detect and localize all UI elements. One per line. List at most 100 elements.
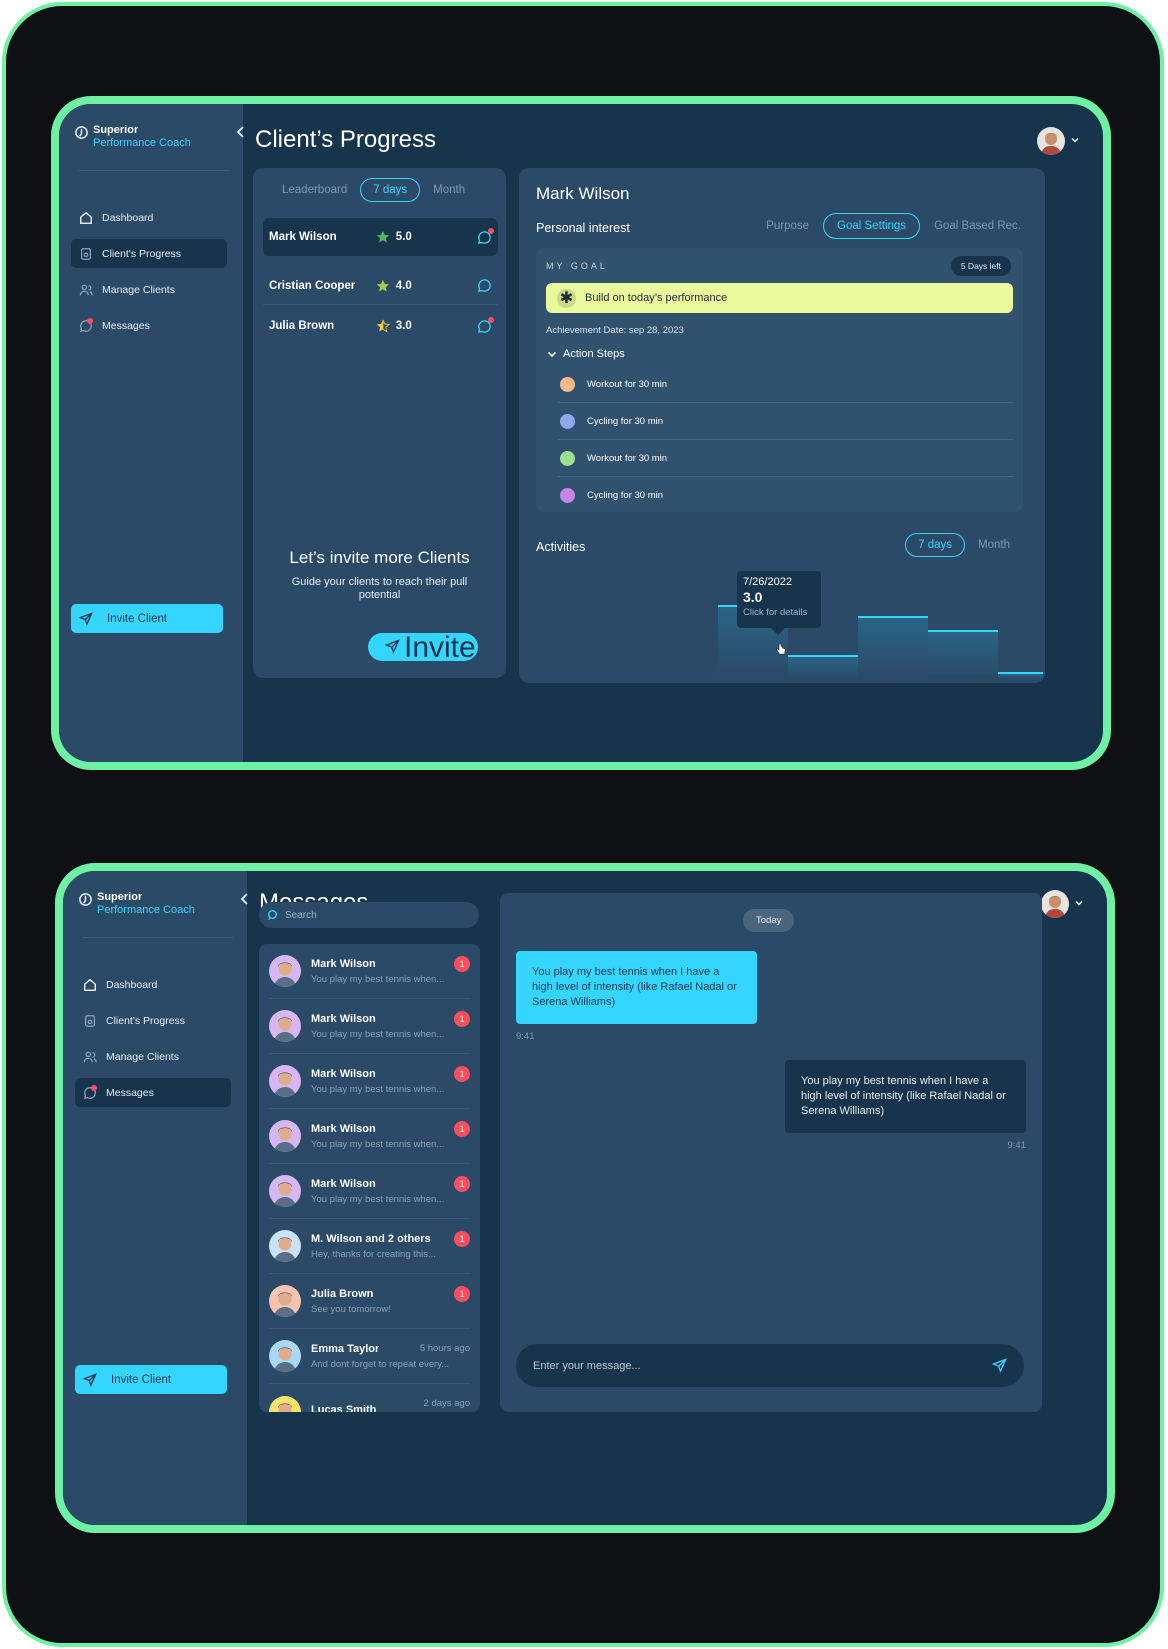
invite-button[interactable]: Invite <box>368 633 478 661</box>
conversation-item[interactable]: Mark Wilson You play my best tennis when.… <box>269 944 470 999</box>
sidebar-item-dashboard[interactable]: Dashboard <box>75 970 231 999</box>
brand-name: Superior <box>97 891 143 903</box>
conversation-list: Mark Wilson You play my best tennis when.… <box>259 944 480 1412</box>
conversation-preview: You play my best tennis when... <box>311 1193 445 1205</box>
sidebar-item-dashboard[interactable]: Dashboard <box>71 203 227 232</box>
users-icon <box>83 1051 97 1062</box>
conversation-item[interactable]: Mark Wilson You play my best tennis when.… <box>269 999 470 1054</box>
conversation-preview: You play my best tennis when... <box>311 973 445 985</box>
sidebar: Superior Performance Coach Dashboard Cli… <box>59 104 244 762</box>
send-icon <box>79 611 93 626</box>
star-icon <box>376 230 390 243</box>
invite-description: Guide your clients to reach their pull p… <box>291 576 468 601</box>
brand-tagline: Performance Coach <box>97 904 195 916</box>
message-input[interactable]: Enter your message... <box>516 1344 1024 1387</box>
sidebar-nav: Dashboard Client's Progress Manage Clien… <box>71 203 227 347</box>
invite-client-button[interactable]: Invite Client <box>71 604 223 633</box>
action-step[interactable]: Cycling for 30 min <box>558 403 1013 440</box>
unread-badge: 1 <box>454 1286 470 1302</box>
tab-7-days[interactable]: 7 days <box>905 533 966 557</box>
tab-goal-settings[interactable]: Goal Settings <box>823 213 921 239</box>
tooltip-hint: Click for details <box>743 607 808 618</box>
tab-leaderboard[interactable]: Leaderboard <box>269 178 360 202</box>
action-step[interactable]: Workout for 30 min <box>558 366 1013 403</box>
conversation-item[interactable]: Mark Wilson You play my best tennis when.… <box>269 1164 470 1219</box>
chevron-down-icon[interactable] <box>1073 897 1085 909</box>
sidebar-item-messages[interactable]: Messages <box>75 1078 231 1107</box>
sidebar-item-clients-progress[interactable]: Client's Progress <box>75 1006 231 1035</box>
star-half-icon <box>376 319 390 333</box>
conversation-item[interactable]: Lucas Smith 2 days ago <box>269 1384 470 1412</box>
send-icon[interactable] <box>992 1358 1007 1373</box>
conversation-item[interactable]: Julia Brown See you tomorrow! 1 <box>269 1274 470 1329</box>
message-input-placeholder: Enter your message... <box>533 1359 641 1372</box>
conversation-time: 5 hours ago <box>419 1343 470 1354</box>
outgoing-message: You play my best tennis when I have a hi… <box>785 1060 1026 1133</box>
chart-tooltip[interactable]: 7/26/2022 3.0 Click for details <box>737 571 821 636</box>
sidebar-divider <box>79 170 229 171</box>
unread-badge: 1 <box>454 1176 470 1192</box>
notification-dot <box>488 316 494 323</box>
messages-screen: Superior Performance Coach Dashboard Cli… <box>55 863 1115 1533</box>
sidebar-item-messages[interactable]: Messages <box>71 311 227 340</box>
invite-button-label: Invite <box>404 633 476 661</box>
chart-bar[interactable] <box>858 616 928 679</box>
chat-bubble-icon[interactable] <box>477 278 492 293</box>
tab-month[interactable]: Month <box>420 178 478 202</box>
client-name: Cristian Cooper <box>269 279 356 292</box>
conversation-item[interactable]: Mark Wilson You play my best tennis when.… <box>269 1054 470 1109</box>
notification-dot <box>488 227 494 234</box>
conversation-item[interactable]: M. Wilson and 2 others Hey, thanks for cr… <box>269 1219 470 1274</box>
unread-badge: 1 <box>454 1011 470 1027</box>
avatar <box>269 1065 301 1097</box>
user-avatar[interactable] <box>1037 127 1065 155</box>
conversation-name: Mark Wilson <box>311 1122 376 1135</box>
tab-7-days[interactable]: 7 days <box>360 178 421 202</box>
chevron-down-icon[interactable] <box>1069 134 1081 146</box>
personal-interest-label: Personal interest <box>536 221 630 235</box>
chat-bubble-icon[interactable] <box>477 316 494 334</box>
tab-purpose[interactable]: Purpose <box>752 213 823 239</box>
tab-month[interactable]: Month <box>965 533 1023 557</box>
conversation-item[interactable]: Mark Wilson You play my best tennis when.… <box>269 1109 470 1164</box>
step-label: Workout for 30 min <box>587 452 668 464</box>
sidebar-item-manage-clients[interactable]: Manage Clients <box>71 275 227 304</box>
leaderboard-row[interactable]: Julia Brown 3.0 <box>263 307 498 345</box>
conversation-preview: You play my best tennis when... <box>311 1138 445 1150</box>
goal-banner[interactable]: ✱ Build on today’s performance <box>546 283 1013 313</box>
notification-dot <box>91 1084 97 1091</box>
sidebar-item-manage-clients[interactable]: Manage Clients <box>75 1042 231 1071</box>
tooltip-value: 3.0 <box>743 589 763 605</box>
step-color-dot <box>560 488 575 503</box>
chevron-left-icon[interactable] <box>237 891 253 907</box>
leaderboard-tabs: Leaderboard 7 days Month <box>269 178 478 202</box>
search-input[interactable]: Search <box>259 902 479 928</box>
chat-bubble-icon[interactable] <box>477 227 494 245</box>
invite-client-button[interactable]: Invite Client <box>75 1365 227 1394</box>
chart-bar[interactable] <box>928 630 998 679</box>
chat-bubble-icon <box>83 1084 97 1100</box>
conversation-preview: You play my best tennis when... <box>311 1028 445 1040</box>
hand-cursor-icon <box>776 643 786 655</box>
avatar <box>269 1175 301 1207</box>
leaderboard-card: Leaderboard 7 days Month Mark Wilson 5.0… <box>253 168 506 678</box>
chevron-left-icon[interactable] <box>233 124 249 140</box>
tab-goal-based-rec[interactable]: Goal Based Rec. <box>920 213 1035 239</box>
chart-bar[interactable] <box>998 672 1043 679</box>
conversation-item[interactable]: Emma Taylor And dont forget to repeat eve… <box>269 1329 470 1384</box>
conversation-text: M. Wilson and 2 others Hey, thanks for cr… <box>311 1233 470 1260</box>
search-icon <box>268 910 277 920</box>
leaderboard-row[interactable]: Cristian Cooper 4.0 <box>263 267 498 305</box>
brand-tagline: Performance Coach <box>93 137 191 149</box>
chat-panel: Today You play my best tennis when I hav… <box>500 893 1042 1412</box>
conversation-preview: See you tomorrow! <box>311 1303 391 1315</box>
action-step[interactable]: Workout for 30 min <box>558 440 1013 477</box>
action-steps-toggle[interactable]: Action Steps <box>546 348 625 360</box>
page-title: Client’s Progress <box>255 126 436 153</box>
action-step[interactable]: Cycling for 30 min <box>558 477 1013 514</box>
client-name: Mark Wilson <box>269 231 337 243</box>
user-avatar[interactable] <box>1041 890 1069 918</box>
leaderboard-row[interactable]: Mark Wilson 5.0 <box>263 218 498 256</box>
sidebar-item-clients-progress[interactable]: Client's Progress <box>71 239 227 268</box>
chart-bar[interactable] <box>788 655 858 679</box>
